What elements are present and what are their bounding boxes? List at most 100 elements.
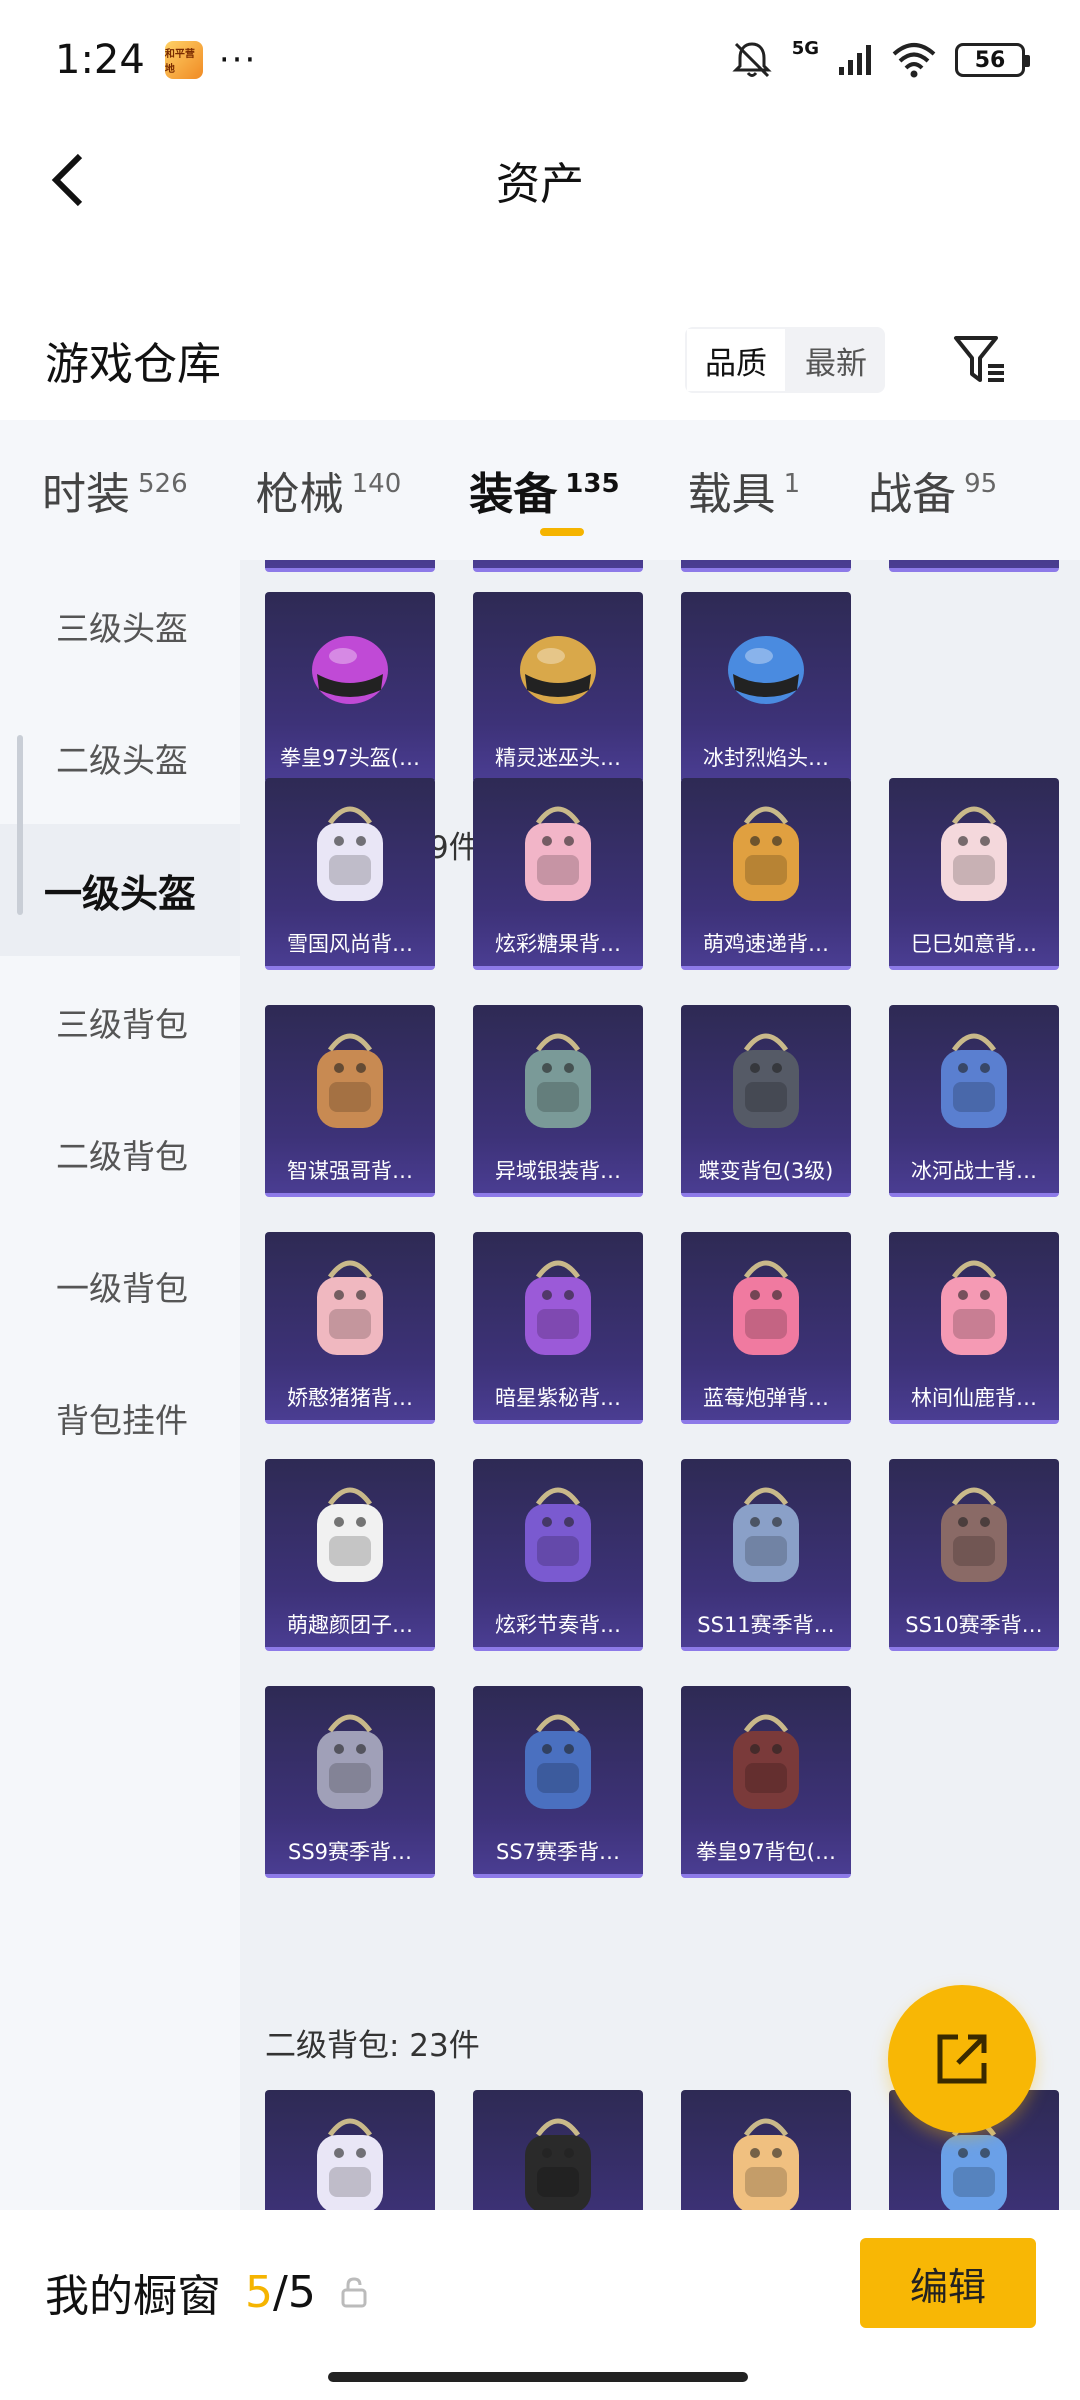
item-card[interactable]: SS11赛季背… [681, 1459, 851, 1651]
item-artwork [473, 1005, 643, 1155]
subcategory-sidebar: 三级头盔 二级头盔 一级头盔 三级背包 二级背包 一级背包 背包挂件 [0, 560, 240, 2210]
back-button[interactable] [38, 150, 98, 210]
item-card[interactable]: 拳皇97头盔(… [265, 592, 435, 784]
item-card[interactable] [265, 2090, 435, 2210]
item-card[interactable]: SS10赛季背… [889, 1459, 1059, 1651]
sort-quality-option[interactable]: 品质 [685, 327, 787, 393]
item-card[interactable]: SS9赛季背… [265, 1686, 435, 1878]
sidebar-item-level3-helmet[interactable]: 三级头盔 [0, 560, 240, 692]
sidebar-item-backpack-pendant[interactable]: 背包挂件 [0, 1352, 240, 1484]
sidebar-item-level1-backpack[interactable]: 一级背包 [0, 1220, 240, 1352]
item-card-partial[interactable] [889, 560, 1059, 572]
warehouse-title: 游戏仓库 [45, 339, 221, 390]
item-card[interactable]: 蝶变背包(3级) [681, 1005, 851, 1197]
sort-newest-option[interactable]: 最新 [787, 327, 885, 393]
tab-weapons[interactable]: 枪械 140 [256, 440, 402, 540]
backpack-icon [941, 1260, 1007, 1355]
item-card-partial[interactable] [681, 560, 851, 572]
item-name: 雪国风尚背… [287, 932, 413, 956]
item-artwork [889, 1459, 1059, 1609]
lock-icon [340, 2276, 368, 2308]
item-card[interactable]: 暗星紫秘背… [473, 1232, 643, 1424]
sidebar-item-level2-backpack[interactable]: 二级背包 [0, 1088, 240, 1220]
sort-toggle: 品质 最新 [685, 327, 885, 393]
item-card[interactable]: 娇憨猪猪背… [265, 1232, 435, 1424]
item-name: 蓝莓炮弹背… [703, 1386, 829, 1410]
item-artwork [473, 1232, 643, 1382]
item-card[interactable]: 冰封烈焰头… [681, 592, 851, 784]
tab-fashion[interactable]: 时装 526 [42, 440, 188, 540]
helmet-icon [312, 636, 388, 704]
item-card[interactable]: SS7赛季背… [473, 1686, 643, 1878]
item-name: 拳皇97背包(… [696, 1840, 836, 1864]
item-card-partial[interactable] [473, 560, 643, 572]
backpack-icon [941, 1487, 1007, 1582]
tab-count: 135 [565, 469, 620, 499]
filter-button[interactable] [945, 325, 1015, 395]
item-artwork [889, 1232, 1059, 1382]
tab-vehicles[interactable]: 载具 1 [688, 440, 801, 540]
battery-indicator: 56 [955, 43, 1030, 77]
item-card[interactable] [681, 2090, 851, 2210]
item-card-partial[interactable] [265, 560, 435, 572]
item-name: 拳皇97头盔(… [280, 746, 420, 770]
tab-equipment[interactable]: 装备 135 [469, 440, 620, 540]
backpack-icon [733, 1714, 799, 1809]
item-artwork [473, 592, 643, 742]
showcase-max-count: 5 [287, 2266, 316, 2318]
item-artwork [265, 1005, 435, 1155]
item-name: SS9赛季背… [287, 1840, 413, 1864]
backpack-icon [317, 1260, 383, 1355]
chevron-left-icon [51, 153, 83, 207]
network-type: 5G [791, 37, 819, 59]
item-name: 炫彩糖果背… [495, 932, 621, 956]
item-card[interactable]: 林间仙鹿背… [889, 1232, 1059, 1424]
filter-icon [954, 336, 1004, 382]
tab-supplies[interactable]: 战备 95 [868, 440, 997, 540]
item-card[interactable]: 智谋强哥背… [265, 1005, 435, 1197]
item-grid: 三级背包: 19件 二级背包: 23件 拳皇97头盔(…精灵迷巫头…冰封烈焰头…… [240, 560, 1080, 2210]
item-card[interactable] [473, 2090, 643, 2210]
backpack-icon [317, 1487, 383, 1582]
sidebar-item-level2-helmet[interactable]: 二级头盔 [0, 692, 240, 824]
item-artwork [681, 1459, 851, 1609]
share-button[interactable] [888, 1985, 1036, 2133]
page-header: 资产 [0, 120, 1080, 240]
item-name: SS11赛季背… [697, 1613, 835, 1637]
item-name: 冰封烈焰头… [703, 746, 829, 770]
backpack-icon [733, 2118, 799, 2210]
item-artwork [889, 1005, 1059, 1155]
item-artwork [473, 778, 643, 928]
item-card[interactable]: 蓝莓炮弹背… [681, 1232, 851, 1424]
item-artwork [265, 592, 435, 742]
item-artwork [265, 1459, 435, 1609]
backpack-icon [733, 806, 799, 901]
backpack-icon [525, 1487, 591, 1582]
item-artwork [265, 1686, 435, 1836]
item-card[interactable]: 萌鸡速递背… [681, 778, 851, 970]
sidebar-item-level1-helmet[interactable]: 一级头盔 [0, 824, 240, 956]
item-card[interactable]: 雪国风尚背… [265, 778, 435, 970]
item-artwork [889, 778, 1059, 928]
item-name: SS10赛季背… [905, 1613, 1043, 1637]
section-label-level2-backpack: 二级背包: 23件 [265, 2028, 480, 2064]
item-card[interactable]: 冰河战士背… [889, 1005, 1059, 1197]
edit-button[interactable]: 编辑 [860, 2238, 1036, 2328]
helmet-icon [520, 636, 596, 704]
backpack-icon [941, 806, 1007, 901]
home-indicator[interactable] [328, 2372, 748, 2382]
item-name: 智谋强哥背… [287, 1159, 413, 1183]
item-card[interactable]: 萌趣颜团子… [265, 1459, 435, 1651]
tab-count: 140 [351, 469, 402, 499]
sidebar-item-level3-backpack[interactable]: 三级背包 [0, 956, 240, 1088]
sidebar-scrollbar[interactable] [17, 735, 23, 915]
item-name: 冰河战士背… [911, 1159, 1037, 1183]
item-card[interactable]: 精灵迷巫头… [473, 592, 643, 784]
item-card[interactable]: 炫彩糖果背… [473, 778, 643, 970]
backpack-icon [941, 1033, 1007, 1128]
item-card[interactable]: 巳巳如意背… [889, 778, 1059, 970]
item-card[interactable]: 炫彩节奏背… [473, 1459, 643, 1651]
item-card[interactable]: 异域银装背… [473, 1005, 643, 1197]
item-card[interactable]: 拳皇97背包(… [681, 1686, 851, 1878]
backpack-icon [733, 1033, 799, 1128]
